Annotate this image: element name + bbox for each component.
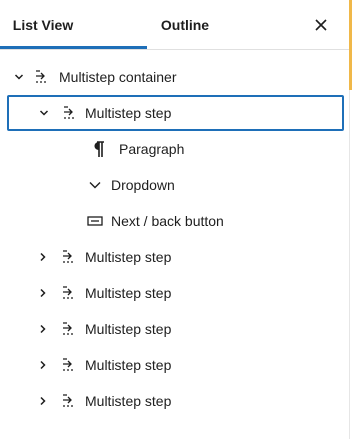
tree-row-label: Multistep step <box>85 285 172 301</box>
panel-edge <box>349 90 350 439</box>
paragraph-icon <box>89 140 107 158</box>
tree-row-label: Multistep step <box>85 249 172 265</box>
tree-row-label: Next / back button <box>111 213 224 229</box>
tree-row-dropdown[interactable]: Dropdown <box>0 167 349 203</box>
tab-list-view[interactable]: List View <box>0 0 86 49</box>
chevron-right-icon[interactable] <box>36 286 50 300</box>
active-tab-indicator <box>0 46 147 49</box>
chevron-right-icon[interactable] <box>36 250 50 264</box>
tree-row-paragraph[interactable]: Paragraph <box>0 131 349 167</box>
tree-row-label: Dropdown <box>111 177 175 193</box>
tree-row-multistep-step[interactable]: Multistep step <box>0 275 349 311</box>
tree-row-label: Multistep step <box>85 105 172 121</box>
close-button[interactable] <box>308 12 334 38</box>
multistep-icon <box>60 104 78 122</box>
chevron-down-icon[interactable] <box>12 70 26 84</box>
tree-row-label: Multistep step <box>85 321 172 337</box>
tree-row-multistep-step[interactable]: Multistep step <box>0 347 349 383</box>
multistep-icon <box>59 356 77 374</box>
close-icon <box>315 19 327 31</box>
multistep-icon <box>59 248 77 266</box>
tree-row-label: Multistep step <box>85 393 172 409</box>
tree-row-next-back-button[interactable]: Next / back button <box>0 203 349 239</box>
tree-row-label: Paragraph <box>119 141 185 157</box>
chevron-down-icon[interactable] <box>37 106 51 120</box>
multistep-icon <box>59 392 77 410</box>
chevron-right-icon[interactable] <box>36 322 50 336</box>
tree-row-multistep-step[interactable]: Multistep step <box>7 95 344 131</box>
chevron-right-icon[interactable] <box>36 394 50 408</box>
dropdown-icon <box>86 176 104 194</box>
multistep-icon <box>59 320 77 338</box>
chevron-right-icon[interactable] <box>36 358 50 372</box>
tree-row-label: Multistep step <box>85 357 172 373</box>
tree-row-multistep-step[interactable]: Multistep step <box>0 383 349 419</box>
tree-row-multistep-step[interactable]: Multistep step <box>0 239 349 275</box>
multistep-icon <box>59 284 77 302</box>
panel-tabs: List View Outline <box>0 0 349 50</box>
tree-row-label: Multistep container <box>59 69 177 85</box>
multistep-icon <box>32 68 50 86</box>
tab-outline[interactable]: Outline <box>148 0 222 49</box>
tree-row-multistep-step[interactable]: Multistep step <box>0 311 349 347</box>
button-icon <box>86 212 104 230</box>
tree-row-multistep-container[interactable]: Multistep container <box>0 59 349 95</box>
